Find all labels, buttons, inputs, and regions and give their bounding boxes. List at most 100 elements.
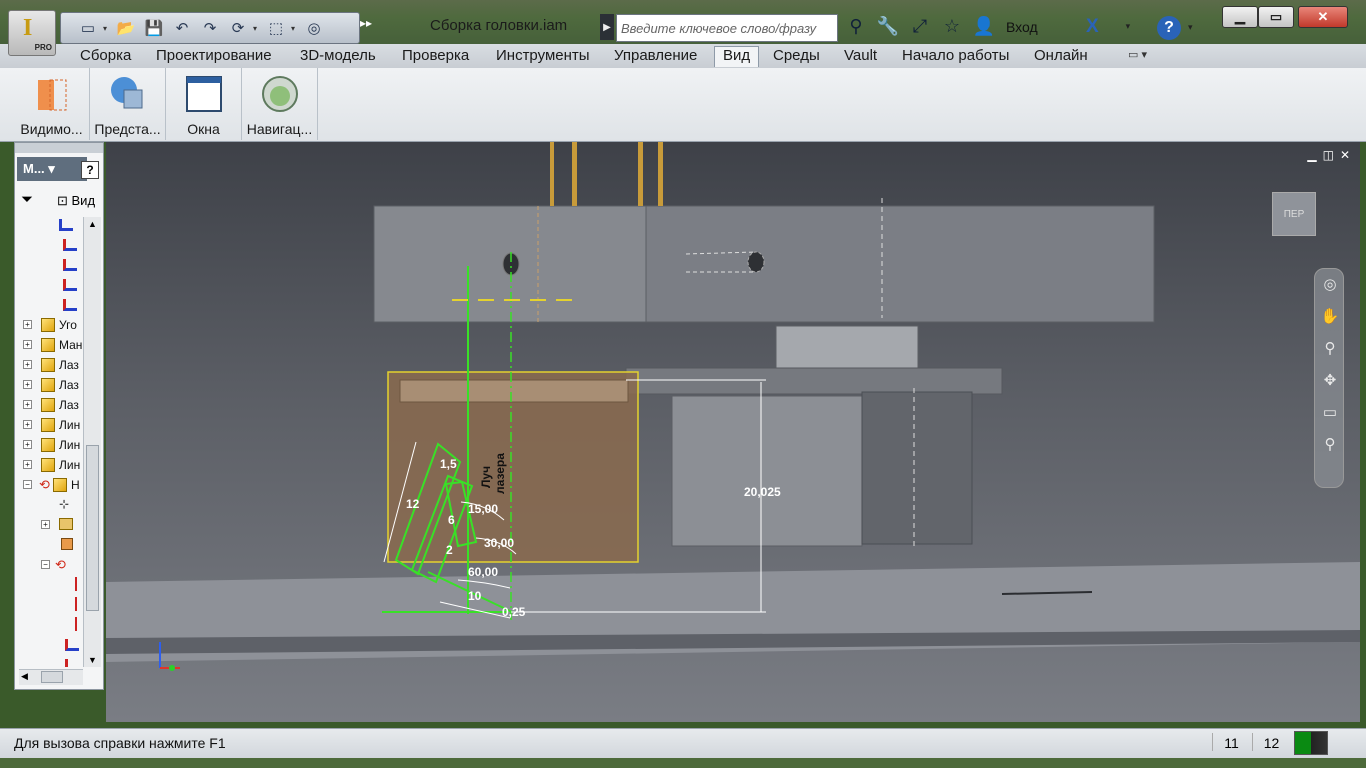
- browser-vertical-scrollbar[interactable]: ▲ ▼: [83, 217, 101, 667]
- select-dropdown-icon[interactable]: ▾: [291, 24, 299, 33]
- expand-icon[interactable]: +: [23, 360, 32, 369]
- tree-item[interactable]: [19, 635, 83, 655]
- tree-item[interactable]: ⊹: [19, 495, 83, 515]
- dim-label[interactable]: 60,00: [468, 565, 498, 579]
- update-dropdown-icon[interactable]: ▾: [253, 24, 261, 33]
- tree-item[interactable]: [19, 295, 83, 315]
- dim-label[interactable]: 0,25: [502, 605, 526, 619]
- tree-item[interactable]: [19, 655, 83, 667]
- search-expand-icon[interactable]: ▶: [600, 14, 614, 40]
- expand-icon[interactable]: +: [23, 380, 32, 389]
- search-input[interactable]: Введите ключевое слово/фразу: [616, 14, 838, 42]
- tree-item[interactable]: [19, 615, 83, 635]
- help-dropdown-icon[interactable]: ▾: [1188, 22, 1193, 33]
- tab-environments[interactable]: Среды: [773, 47, 820, 68]
- viewcube[interactable]: ПЕР: [1272, 192, 1316, 236]
- tree-item[interactable]: − ⟲: [19, 555, 83, 575]
- ribbon-options-icon[interactable]: ▭ ▾: [1128, 48, 1147, 61]
- zoom-icon[interactable]: ⚲: [1315, 333, 1345, 365]
- user-icon[interactable]: 👤: [972, 16, 996, 37]
- dim-label[interactable]: 30,00: [484, 536, 514, 550]
- tab-assembly[interactable]: Сборка: [80, 47, 131, 68]
- filter-icon[interactable]: ⏷: [21, 191, 33, 208]
- viewport-minimize-icon[interactable]: ▁: [1307, 148, 1316, 162]
- model-canvas[interactable]: 20,025 15,00 30,00 60,00 12 6 1,5 2 10 0…: [106, 142, 1360, 722]
- dim-label[interactable]: 2: [446, 543, 453, 557]
- redo-icon[interactable]: ↷: [197, 16, 223, 40]
- exchange-icon[interactable]: ⤢: [908, 16, 932, 37]
- tree-item[interactable]: [19, 275, 83, 295]
- wrench-icon[interactable]: 🔧: [876, 16, 900, 37]
- star-icon[interactable]: ☆: [940, 16, 964, 37]
- qat-more-icon[interactable]: ▸▸: [360, 16, 372, 30]
- update-icon[interactable]: ⟳: [225, 16, 251, 40]
- steering-wheel-icon[interactable]: ◎: [1315, 269, 1345, 301]
- expand-icon[interactable]: +: [23, 440, 32, 449]
- select-icon[interactable]: ⬚: [263, 16, 289, 40]
- orbit-icon[interactable]: ✥: [1315, 365, 1345, 397]
- save-icon[interactable]: 💾: [141, 16, 167, 40]
- help-icon[interactable]: ?: [1157, 16, 1181, 40]
- appearance-button[interactable]: Предста...: [90, 68, 166, 140]
- login-dropdown-icon[interactable]: ▾: [1126, 21, 1131, 32]
- dim-label[interactable]: 10: [468, 589, 482, 603]
- tab-vault[interactable]: Vault: [844, 47, 877, 68]
- tab-get-started[interactable]: Начало работы: [902, 47, 1009, 68]
- tab-3d-model[interactable]: 3D-модель: [300, 47, 376, 68]
- browser-help-icon[interactable]: ?: [81, 161, 99, 179]
- tree-item[interactable]: [19, 575, 83, 595]
- pan-icon[interactable]: ✋: [1315, 301, 1345, 333]
- tree-item[interactable]: [19, 235, 83, 255]
- navigation-button[interactable]: Навигац...: [242, 68, 318, 140]
- browser-model-dropdown[interactable]: М... ▾: [17, 157, 87, 181]
- viewport-close-icon[interactable]: ✕: [1340, 148, 1350, 162]
- zoom-window-icon[interactable]: ⚲: [1315, 429, 1345, 461]
- tree-item[interactable]: + Лин: [19, 415, 83, 435]
- exchange-apps-icon[interactable]: X: [1086, 16, 1099, 38]
- expand-icon[interactable]: +: [41, 520, 50, 529]
- scroll-down-icon[interactable]: ▼: [88, 655, 97, 665]
- minimize-button[interactable]: ▁: [1222, 6, 1258, 28]
- browser-grip[interactable]: [15, 143, 103, 153]
- viewport-restore-icon[interactable]: ◫: [1323, 148, 1334, 162]
- dim-label[interactable]: 1,5: [440, 457, 457, 471]
- tree-item[interactable]: [19, 255, 83, 275]
- tree-item[interactable]: + Ман: [19, 335, 83, 355]
- expand-icon[interactable]: +: [23, 400, 32, 409]
- dim-label[interactable]: 15,00: [468, 502, 498, 516]
- tree-item[interactable]: + Лин: [19, 435, 83, 455]
- browser-view-menu[interactable]: ⊡ Вид: [57, 193, 95, 209]
- tree-item[interactable]: + Лин: [19, 455, 83, 475]
- tree-item[interactable]: [19, 595, 83, 615]
- tree-item[interactable]: + Уго: [19, 315, 83, 335]
- browser-horizontal-scrollbar[interactable]: ◀: [19, 669, 83, 685]
- dim-label[interactable]: 20,025: [744, 485, 781, 499]
- maximize-button[interactable]: ▭: [1258, 6, 1294, 28]
- scroll-left-icon[interactable]: ◀: [21, 671, 28, 682]
- collapse-icon[interactable]: −: [41, 560, 50, 569]
- new-file-icon[interactable]: ▭: [75, 16, 101, 40]
- graphics-viewport[interactable]: 20,025 15,00 30,00 60,00 12 6 1,5 2 10 0…: [106, 142, 1360, 722]
- undo-icon[interactable]: ↶: [169, 16, 195, 40]
- scroll-thumb[interactable]: [86, 445, 99, 611]
- close-button[interactable]: ✕: [1298, 6, 1348, 28]
- application-menu-button[interactable]: I PRO: [8, 10, 56, 56]
- tab-design[interactable]: Проектирование: [156, 47, 272, 68]
- look-at-icon[interactable]: ▭: [1315, 397, 1345, 429]
- hscroll-thumb[interactable]: [41, 671, 63, 683]
- new-dropdown-icon[interactable]: ▾: [103, 24, 111, 33]
- binoculars-icon[interactable]: ⚲: [844, 16, 868, 37]
- tree-item[interactable]: + Лаз: [19, 375, 83, 395]
- appearance-icon[interactable]: ◎: [301, 16, 327, 40]
- tab-online[interactable]: Онлайн: [1034, 47, 1088, 68]
- expand-icon[interactable]: +: [23, 340, 32, 349]
- dim-label[interactable]: 6: [448, 513, 455, 527]
- tree-item[interactable]: [19, 535, 83, 555]
- open-folder-icon[interactable]: 📂: [113, 16, 139, 40]
- tree-item[interactable]: + Лаз: [19, 355, 83, 375]
- tab-tools[interactable]: Инструменты: [496, 47, 590, 68]
- dim-label[interactable]: 12: [406, 497, 420, 511]
- scroll-up-icon[interactable]: ▲: [88, 219, 97, 229]
- expand-icon[interactable]: +: [23, 420, 32, 429]
- collapse-icon[interactable]: −: [23, 480, 32, 489]
